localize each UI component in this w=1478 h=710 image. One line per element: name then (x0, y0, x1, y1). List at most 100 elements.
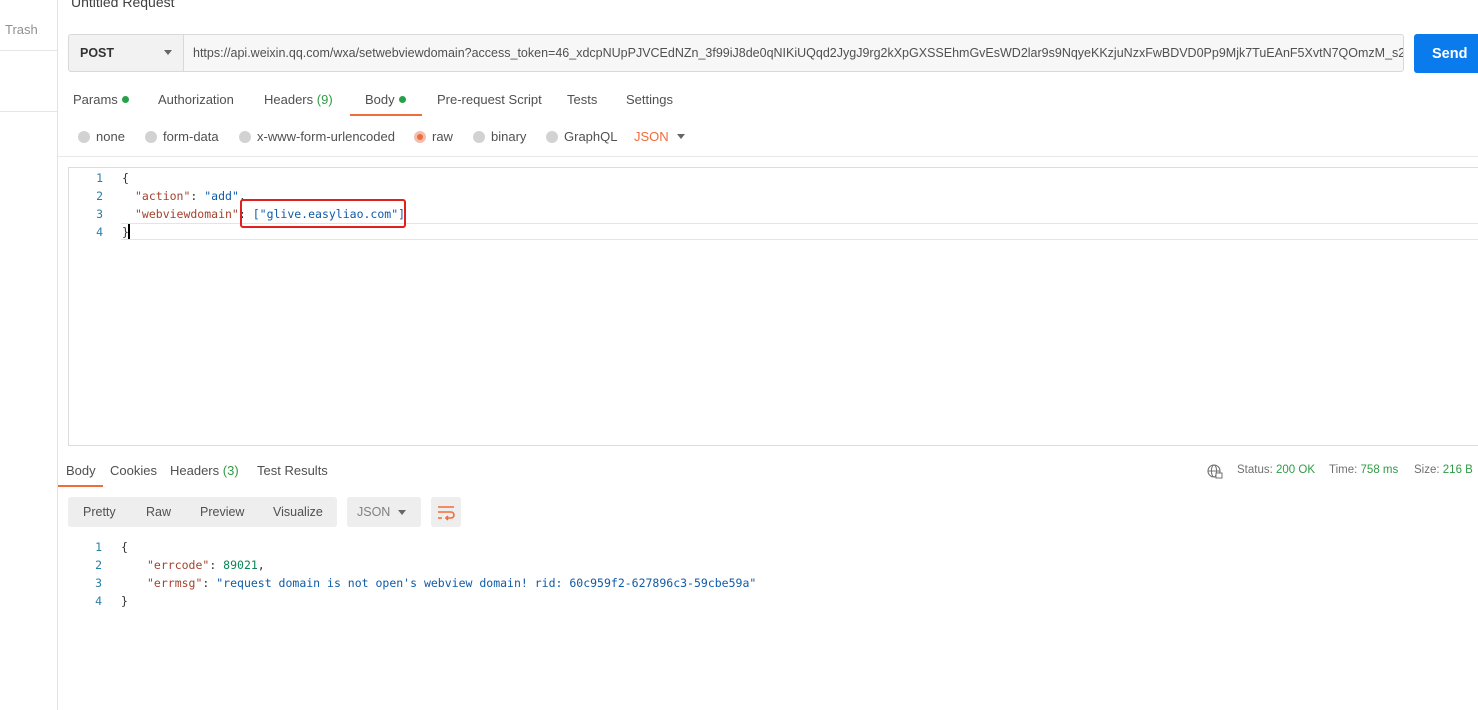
line-number: 2 (95, 558, 102, 572)
time-value[interactable]: 758 ms (1361, 464, 1399, 476)
tab-prerequest-script[interactable]: Pre-request Script (437, 92, 542, 107)
response-tab-test-results[interactable]: Test Results (257, 463, 328, 478)
json-string: "add" (204, 189, 239, 203)
body-indicator-dot (398, 96, 406, 103)
response-tab-body[interactable]: Body (66, 463, 96, 478)
chevron-down-icon[interactable] (677, 134, 685, 139)
response-tab-headers[interactable]: Headers (3) (170, 463, 239, 478)
tab-headers-label: Headers (264, 92, 314, 107)
tab-body-label: Body (365, 92, 395, 107)
time-label: Time: (1329, 464, 1358, 476)
response-format-label: JSON (357, 505, 391, 519)
text-caret (128, 224, 130, 239)
tab-tests[interactable]: Tests (567, 92, 597, 107)
body-format-select[interactable]: JSON (634, 129, 669, 144)
status-value[interactable]: 200 OK (1276, 464, 1315, 476)
radio-graphql-label: GraphQL (564, 129, 618, 144)
json-key: "errmsg" (147, 576, 203, 590)
tab-headers[interactable]: Headers (9) (264, 92, 333, 107)
json-colon: : (190, 189, 205, 203)
tab-params[interactable]: Params (73, 92, 129, 107)
radio-circle (145, 130, 157, 143)
response-body-viewer[interactable]: 1 2 3 4 { "errcode": 89021, "errmsg": "r… (68, 537, 1068, 617)
radio-urlencoded-label: x-www-form-urlencoded (257, 129, 395, 144)
response-line-3: "errmsg": "request domain is not open's … (147, 576, 756, 590)
method-select[interactable]: POST (68, 34, 184, 72)
divider (58, 156, 1478, 157)
params-indicator-dot (121, 96, 129, 103)
response-format-select[interactable]: JSON (347, 497, 421, 527)
radio-binary-label: binary (491, 129, 527, 144)
response-tab-headers-label: Headers (170, 463, 220, 478)
response-tab-cookies[interactable]: Cookies (110, 463, 157, 478)
radio-x-www-form-urlencoded[interactable]: x-www-form-urlencoded (239, 129, 395, 144)
active-tab-underline (58, 485, 103, 487)
radio-raw-label: raw (432, 129, 453, 144)
sidebar: Trash (0, 0, 58, 710)
response-status: Status: 200 OK (1237, 464, 1315, 476)
tab-body[interactable]: Body (365, 92, 406, 107)
radio-circle (239, 130, 251, 143)
chevron-down-icon (164, 50, 172, 55)
response-time: Time: 758 ms (1329, 464, 1398, 476)
response-line-1: { (121, 540, 128, 554)
line-number: 3 (96, 207, 103, 221)
response-size: Size: 216 B (1414, 464, 1473, 476)
annotation-highlight-box (240, 199, 406, 228)
response-tab-headers-count: (3) (222, 463, 239, 478)
radio-circle-selected (414, 130, 426, 143)
view-mode-pretty[interactable]: Pretty (83, 505, 116, 519)
json-colon: : (209, 558, 224, 572)
radio-circle (473, 130, 485, 143)
json-key: "webviewdomain" (135, 207, 239, 221)
line-number: 1 (95, 540, 102, 554)
json-key: "action" (135, 189, 191, 203)
response-line-4: } (121, 594, 128, 608)
radio-form-data-label: form-data (163, 129, 219, 144)
code-line-1: { (122, 171, 129, 185)
line-number: 4 (95, 594, 102, 608)
status-label: Status: (1237, 464, 1273, 476)
size-value[interactable]: 216 B (1443, 464, 1473, 476)
line-number: 1 (96, 171, 103, 185)
open-brace: { (122, 171, 129, 185)
open-brace: { (121, 540, 128, 554)
view-mode-raw[interactable]: Raw (146, 505, 171, 519)
active-tab-underline (350, 114, 422, 116)
globe-icon[interactable] (1207, 463, 1223, 479)
json-colon: : (202, 576, 217, 590)
radio-graphql[interactable]: GraphQL (546, 129, 617, 144)
wrap-lines-icon[interactable] (431, 497, 461, 527)
tab-settings[interactable]: Settings (626, 92, 673, 107)
radio-raw[interactable]: raw (414, 129, 453, 144)
sidebar-divider (0, 50, 57, 51)
json-number: 89021 (223, 558, 258, 572)
response-view-modes: Pretty Raw Preview Visualize (68, 497, 337, 527)
line-number: 2 (96, 189, 103, 203)
view-mode-visualize[interactable]: Visualize (273, 505, 323, 519)
code-line-2: "action": "add", (135, 189, 246, 203)
sidebar-item-trash[interactable]: Trash (5, 22, 38, 37)
radio-form-data[interactable]: form-data (145, 129, 219, 144)
sidebar-divider (0, 111, 57, 112)
tab-authorization[interactable]: Authorization (158, 92, 234, 107)
line-number: 3 (95, 576, 102, 590)
response-line-2: "errcode": 89021, (147, 558, 265, 572)
send-button[interactable]: Send (1414, 34, 1478, 73)
radio-circle (546, 130, 558, 143)
size-label: Size: (1414, 464, 1440, 476)
view-mode-preview[interactable]: Preview (200, 505, 244, 519)
line-number: 4 (96, 225, 103, 239)
method-label: POST (80, 46, 115, 60)
request-title[interactable]: Untitled Request (71, 0, 175, 10)
json-key: "errcode" (147, 558, 210, 572)
radio-none-label: none (96, 129, 125, 144)
radio-binary[interactable]: binary (473, 129, 526, 144)
tab-params-label: Params (73, 92, 118, 107)
close-brace: } (121, 594, 128, 608)
chevron-down-icon (398, 510, 406, 515)
url-input[interactable]: https://api.weixin.qq.com/wxa/setwebview… (184, 34, 1404, 72)
json-comma: , (257, 558, 265, 572)
tab-headers-count: (9) (316, 92, 333, 107)
radio-none[interactable]: none (78, 129, 125, 144)
